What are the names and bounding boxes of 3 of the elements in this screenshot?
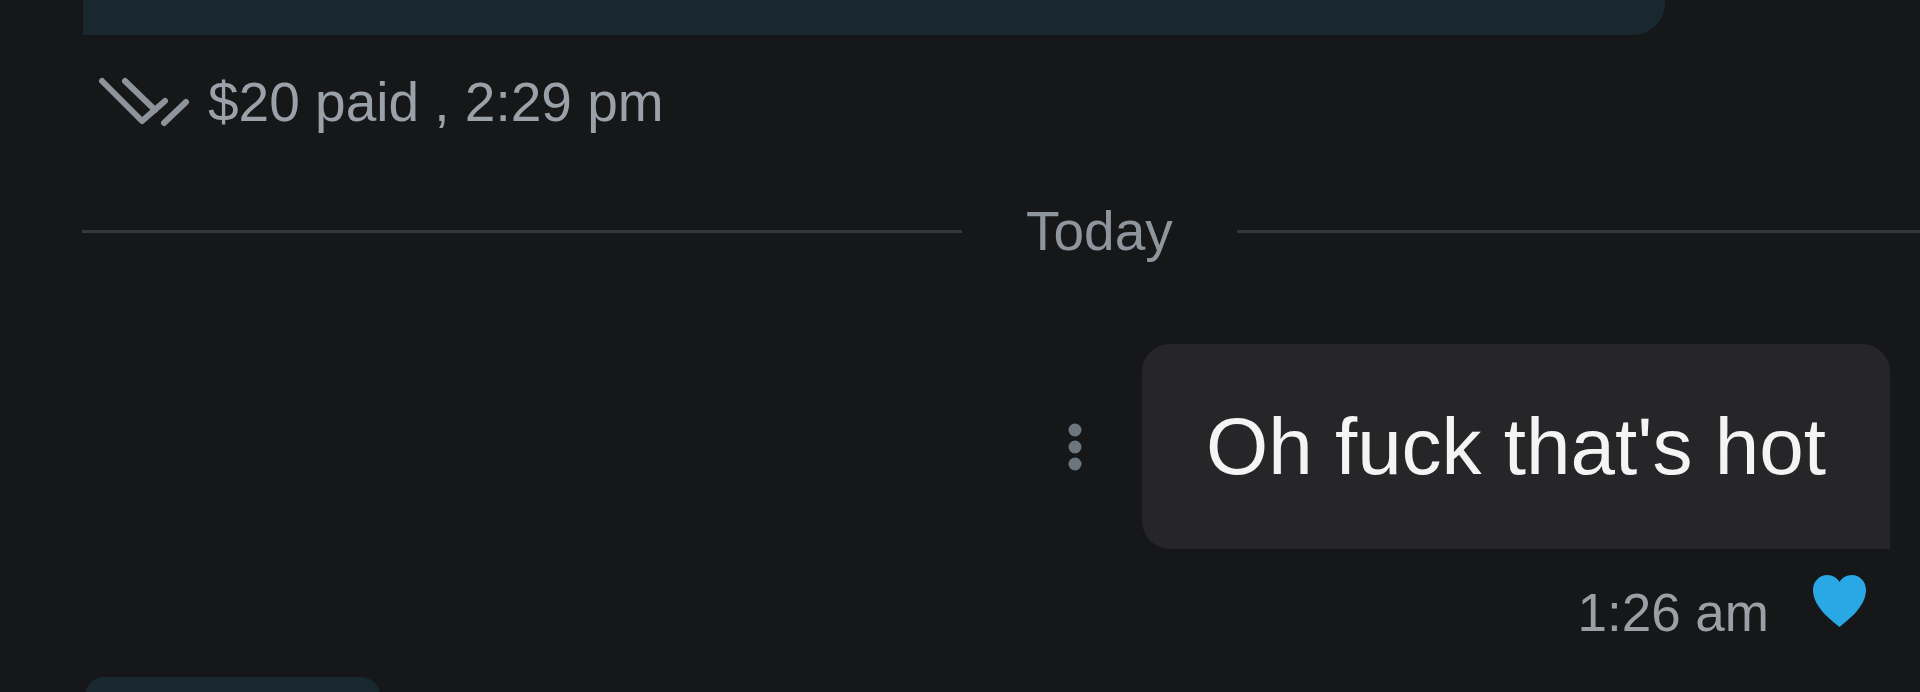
more-options-icon	[1067, 422, 1082, 471]
message-time: 1:26 am	[1577, 586, 1769, 639]
message-text: Oh fuck that's hot	[1205, 406, 1826, 487]
